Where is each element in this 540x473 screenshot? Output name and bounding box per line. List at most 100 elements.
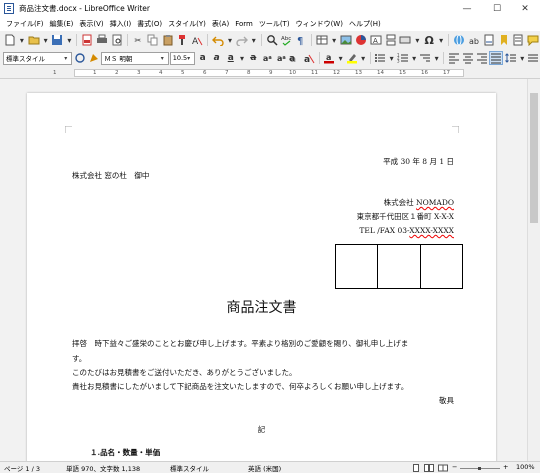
hyperlink-icon[interactable] — [452, 33, 466, 47]
superscript-icon[interactable]: aa — [261, 51, 274, 65]
horizontal-ruler[interactable]: 1 1 2 3 4 5 6 7 8 9 10 11 12 13 14 15 16… — [0, 67, 540, 79]
chevron-down-icon[interactable]: ▾ — [388, 51, 395, 65]
font-color-icon[interactable]: a — [323, 51, 336, 65]
menu-file[interactable]: ファイル(F) — [3, 19, 47, 29]
update-style-icon[interactable] — [73, 51, 86, 65]
align-center-icon[interactable] — [461, 51, 474, 65]
cross-reference-icon[interactable] — [511, 33, 525, 47]
paragraph-style-select[interactable]: 標準スタイル ▾ — [3, 51, 73, 65]
open-folder-icon[interactable] — [27, 33, 41, 47]
multi-page-view-icon[interactable] — [424, 464, 434, 472]
zoom-slider[interactable] — [460, 467, 500, 470]
font-name-select[interactable]: ＭＳ 明朝 ▾ — [101, 51, 169, 65]
insert-image-icon[interactable] — [339, 33, 353, 47]
menu-format[interactable]: 書式(O) — [134, 19, 165, 29]
chevron-down-icon[interactable]: ▾ — [18, 33, 26, 47]
page-indicator[interactable]: ページ 1 / 3 — [4, 463, 40, 473]
bold-icon[interactable]: a — [196, 51, 209, 65]
insert-chart-icon[interactable] — [354, 33, 368, 47]
zoom-out-button[interactable]: − — [452, 463, 457, 471]
subscript-icon[interactable]: aa — [275, 51, 288, 65]
chevron-down-icon[interactable]: ▾ — [61, 54, 70, 63]
chevron-down-icon[interactable]: ▾ — [410, 51, 417, 65]
shadow-icon[interactable]: aa — [289, 51, 302, 65]
chevron-down-icon[interactable]: ▾ — [158, 54, 167, 63]
comment-icon[interactable] — [526, 33, 540, 47]
single-page-view-icon[interactable] — [412, 464, 420, 472]
align-left-icon[interactable] — [447, 51, 460, 65]
redo-icon[interactable] — [235, 33, 249, 47]
book-view-icon[interactable] — [438, 464, 448, 472]
clear-direct-formatting-icon[interactable]: a — [303, 51, 316, 65]
chevron-down-icon[interactable]: ▾ — [337, 51, 344, 65]
numbered-list-icon[interactable]: 123 — [396, 51, 409, 65]
copy-icon[interactable] — [146, 33, 160, 47]
highlight-icon[interactable] — [345, 51, 358, 65]
chevron-down-icon[interactable]: ▾ — [184, 54, 193, 63]
menu-tools[interactable]: ツール(T) — [256, 19, 293, 29]
menu-help[interactable]: ヘルプ(H) — [346, 19, 384, 29]
menu-edit[interactable]: 編集(E) — [47, 19, 77, 29]
minimize-button[interactable]: — — [452, 0, 482, 17]
footnote-icon[interactable]: ab — [467, 33, 481, 47]
chevron-down-icon[interactable]: ▾ — [433, 51, 440, 65]
chevron-down-icon[interactable]: ▾ — [330, 33, 338, 47]
line-spacing-icon[interactable] — [504, 51, 517, 65]
insert-page-break-icon[interactable] — [384, 33, 398, 47]
document-page[interactable]: 平成 30 年 8 月 1 日 株式会社 窓の杜 御中 株式会社 NOMADO … — [27, 93, 496, 461]
chevron-down-icon[interactable]: ▾ — [238, 51, 245, 65]
bullet-list-icon[interactable] — [374, 51, 387, 65]
export-pdf-icon[interactable] — [80, 33, 94, 47]
formatting-marks-icon[interactable]: ¶ — [294, 33, 308, 47]
chevron-down-icon[interactable]: ▾ — [42, 33, 50, 47]
print-icon[interactable] — [95, 33, 109, 47]
find-replace-icon[interactable] — [265, 33, 279, 47]
clone-formatting-icon[interactable] — [175, 33, 189, 47]
close-button[interactable]: ✕ — [510, 0, 540, 17]
menu-view[interactable]: 表示(V) — [76, 19, 106, 29]
new-style-icon[interactable] — [87, 51, 100, 65]
chevron-down-icon[interactable]: ▾ — [437, 33, 445, 47]
paragraph-spacing-icon[interactable] — [527, 51, 540, 65]
menu-window[interactable]: ウィンドウ(W) — [293, 19, 346, 29]
endnote-icon[interactable] — [482, 33, 496, 47]
insert-field-icon[interactable] — [399, 33, 413, 47]
justify-icon[interactable] — [489, 51, 504, 65]
zoom-level[interactable]: 100% — [516, 463, 535, 471]
italic-icon[interactable]: a — [210, 51, 223, 65]
zoom-in-button[interactable]: + — [503, 463, 508, 471]
chevron-down-icon[interactable]: ▾ — [518, 51, 525, 65]
clear-formatting-icon[interactable]: A — [190, 33, 204, 47]
cut-icon[interactable]: ✂ — [131, 33, 145, 47]
bookmark-icon[interactable] — [497, 33, 511, 47]
menu-table[interactable]: 表(A) — [209, 19, 232, 29]
vertical-scrollbar[interactable] — [527, 79, 540, 461]
document-workspace[interactable]: 平成 30 年 8 月 1 日 株式会社 窓の杜 御中 株式会社 NOMADO … — [0, 79, 527, 461]
maximize-button[interactable]: ☐ — [482, 0, 512, 17]
page-style[interactable]: 標準スタイル — [170, 463, 209, 473]
insert-textbox-icon[interactable]: A — [369, 33, 383, 47]
menu-styles[interactable]: スタイル(Y) — [165, 19, 209, 29]
chevron-down-icon[interactable]: ▾ — [65, 33, 73, 47]
font-size-select[interactable]: 10.5 ▾ — [169, 51, 196, 65]
save-icon[interactable] — [51, 33, 65, 47]
chevron-down-icon[interactable]: ▾ — [250, 33, 258, 47]
chevron-down-icon[interactable]: ▾ — [359, 51, 366, 65]
undo-icon[interactable] — [211, 33, 225, 47]
align-right-icon[interactable] — [475, 51, 488, 65]
chevron-down-icon[interactable]: ▾ — [226, 33, 234, 47]
underline-icon[interactable]: a — [224, 51, 237, 65]
outline-format-icon[interactable] — [419, 51, 432, 65]
print-preview-icon[interactable] — [110, 33, 124, 47]
spelling-icon[interactable]: Abc — [280, 33, 294, 47]
insert-table-icon[interactable] — [315, 33, 329, 47]
new-document-icon[interactable] — [3, 33, 17, 47]
chevron-down-icon[interactable]: ▾ — [413, 33, 421, 47]
paste-icon[interactable] — [161, 33, 175, 47]
scrollbar-thumb[interactable] — [530, 93, 538, 223]
special-character-icon[interactable]: Ω — [422, 33, 436, 47]
strikethrough-icon[interactable]: a — [247, 51, 260, 65]
menu-form[interactable]: Form — [232, 20, 256, 28]
menu-insert[interactable]: 挿入(I) — [107, 19, 135, 29]
language[interactable]: 英語 (米国) — [248, 463, 281, 473]
